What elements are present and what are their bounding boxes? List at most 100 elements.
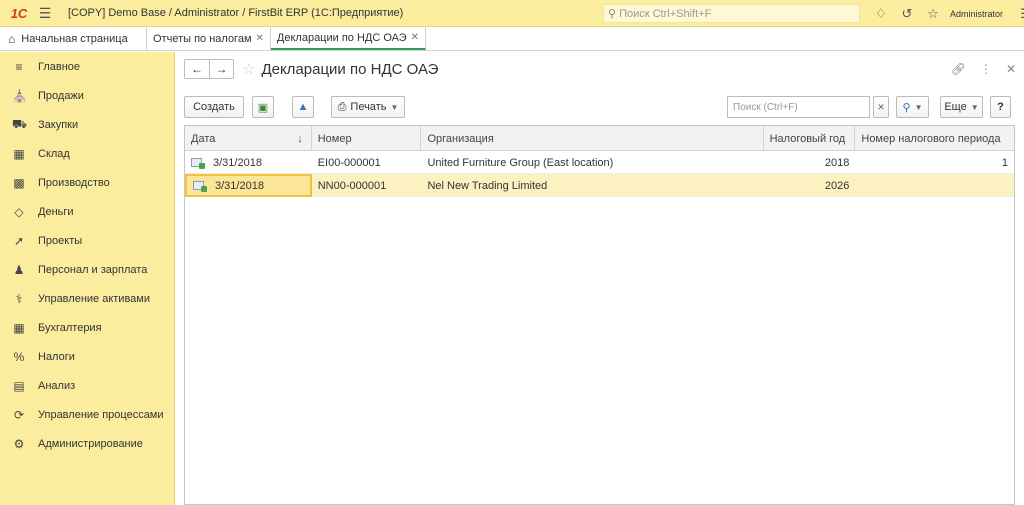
cell-number[interactable]: EI00-000001 (312, 151, 422, 174)
cell-date[interactable]: 3/31/2018 (185, 151, 312, 174)
sidebar-item-personnel[interactable]: ♟ Персонал и зарплата (0, 255, 174, 284)
cell-date[interactable]: 3/31/2018 (185, 174, 312, 197)
sidebar-item-taxes[interactable]: % Налоги (0, 342, 174, 371)
cell-organization[interactable]: Nel New Trading Limited (421, 174, 763, 197)
bell-icon[interactable]: ♢ (868, 0, 894, 27)
sidebar-item-label: Производство (38, 176, 110, 189)
tab-home[interactable]: ⌂ Начальная страница (0, 27, 147, 50)
cell-date-text: 3/31/2018 (215, 179, 264, 192)
sidebar-item-main[interactable]: ≡ Главное (0, 52, 174, 81)
cell-tax-year[interactable]: 2026 (764, 174, 856, 197)
sort-down-icon: ↓ (297, 132, 303, 145)
tab-vat-declarations[interactable]: Декларации по НДС ОАЭ ✕ (270, 27, 427, 50)
clear-search-button[interactable]: ✕ (873, 96, 889, 118)
sidebar-item-label: Управление процессами (38, 408, 164, 421)
settings-menu-icon[interactable]: ☰ (1013, 0, 1024, 27)
cell-number[interactable]: NN00-000001 (312, 174, 422, 197)
sidebar-item-label: Управление активами (38, 292, 150, 305)
sidebar: ≡ Главное ⛪ Продажи ⛟ Закупки ▦ Склад ▩ Произ… (0, 52, 175, 505)
close-icon[interactable]: ✕ (1006, 62, 1016, 76)
sidebar-item-accounting[interactable]: ▦ Бухгалтерия (0, 313, 174, 342)
cell-organization[interactable]: United Furniture Group (East location) (421, 151, 763, 174)
search-button[interactable]: ⚲ ▼ (896, 96, 929, 118)
page-header: ← → ☆ Декларации по НДС ОАЭ 🔗︎ ⋮ ✕ (184, 58, 1016, 80)
global-search-input[interactable]: ⚲ Поиск Ctrl+Shift+F (603, 4, 860, 23)
tab-bar: ⌂ Начальная страница Отчеты по налогам ✕… (0, 27, 1024, 51)
column-header-date[interactable]: Дата ↓ (185, 126, 312, 151)
favorite-star-icon[interactable]: ☆ (242, 60, 255, 78)
sidebar-item-processes[interactable]: ⟳ Управление процессами (0, 400, 174, 429)
chart-icon: ▤ (13, 378, 25, 393)
column-header-number[interactable]: Номер (312, 126, 422, 151)
column-label: Организация (427, 132, 494, 145)
warehouse-icon: ▦ (13, 146, 25, 161)
global-search-placeholder: Поиск Ctrl+Shift+F (619, 7, 712, 20)
gear-icon: ⚙ (13, 436, 25, 451)
sidebar-item-money[interactable]: ◇ Деньги (0, 197, 174, 226)
print-label: Печать (350, 101, 387, 113)
more-button[interactable]: Еще ▼ (940, 96, 983, 118)
ledger-icon: ▦ (13, 320, 25, 335)
column-label: Налоговый год (769, 132, 846, 145)
forward-button[interactable]: → (209, 60, 233, 78)
close-icon[interactable]: ✕ (256, 33, 264, 44)
table-header: Дата ↓ Номер Организация Налоговый год Н… (185, 126, 1014, 151)
cell-tax-period[interactable] (855, 174, 1014, 197)
sidebar-item-label: Главное (38, 60, 81, 73)
sidebar-item-warehouse[interactable]: ▦ Склад (0, 139, 174, 168)
chevron-down-icon: ▼ (390, 102, 399, 112)
sidebar-item-production[interactable]: ▩ Производство (0, 168, 174, 197)
column-header-organization[interactable]: Организация (421, 126, 764, 151)
create-button[interactable]: Создать (184, 96, 244, 118)
more-vertical-icon[interactable]: ⋮ (980, 62, 992, 76)
sidebar-item-label: Продажи (38, 89, 84, 102)
list-search-input[interactable]: Поиск (Ctrl+F) (727, 96, 870, 118)
cell-tax-period[interactable]: 1 (855, 151, 1014, 174)
sidebar-item-label: Анализ (38, 379, 76, 392)
help-button[interactable]: ? (990, 96, 1011, 118)
sidebar-item-projects[interactable]: ➚ Проекты (0, 226, 174, 255)
table-row-selected[interactable]: 3/31/2018 NN00-000001 Nel New Trading Li… (185, 174, 1014, 197)
posted-document-icon (193, 180, 207, 192)
app-logo: 1С (10, 5, 28, 21)
sidebar-item-purchases[interactable]: ⛟ Закупки (0, 110, 174, 139)
tab-label: Декларации по НДС ОАЭ (276, 31, 407, 44)
table-row[interactable]: 3/31/2018 EI00-000001 United Furniture G… (185, 151, 1014, 174)
sidebar-item-sales[interactable]: ⛪ Продажи (0, 81, 174, 110)
printer-icon: ⎙ (337, 100, 347, 113)
chevron-down-icon: ▼ (914, 102, 923, 112)
sidebar-item-label: Деньги (38, 205, 74, 218)
post-document-button[interactable]: ▣ (252, 96, 274, 118)
main-menu-icon[interactable]: ☰ (34, 0, 56, 27)
search-icon: ⚲ (902, 101, 911, 114)
sidebar-item-administration[interactable]: ⚙ Администрирование (0, 429, 174, 458)
history-icon[interactable]: ↺ (894, 0, 920, 27)
notify-button[interactable]: ▲ (292, 96, 314, 118)
cell-tax-year[interactable]: 2018 (764, 151, 856, 174)
sidebar-item-analysis[interactable]: ▤ Анализ (0, 371, 174, 400)
shop-icon: ⛪ (12, 88, 27, 103)
link-icon[interactable]: 🔗︎ (951, 62, 966, 76)
tab-tax-reports[interactable]: Отчеты по налогам ✕ (147, 27, 271, 50)
sidebar-item-assets[interactable]: ⚕ Управление активами (0, 284, 174, 313)
arrow-right-icon: → (215, 62, 228, 76)
column-header-tax-period[interactable]: Номер налогового периода (855, 126, 1014, 151)
rocket-icon: ➚ (13, 233, 25, 248)
tab-home-label: Начальная страница (21, 32, 128, 45)
document-add-icon: ▣ (257, 101, 269, 114)
menu-icon: ≡ (15, 59, 23, 74)
star-icon[interactable]: ☆ (920, 0, 946, 27)
print-button[interactable]: ⎙ Печать ▼ (331, 96, 405, 118)
more-label: Еще (944, 101, 967, 113)
main-content: ← → ☆ Декларации по НДС ОАЭ 🔗︎ ⋮ ✕ Созда… (176, 52, 1024, 505)
list-search-placeholder: Поиск (Ctrl+F) (733, 101, 798, 113)
home-icon: ⌂ (8, 31, 16, 46)
user-name[interactable]: Administrator (950, 9, 1003, 19)
window-title: [COPY] Demo Base / Administrator / First… (68, 7, 404, 19)
close-icon[interactable]: ✕ (411, 32, 419, 43)
column-header-tax-year[interactable]: Налоговый год (764, 126, 856, 151)
percent-icon: % (13, 349, 25, 364)
back-button[interactable]: ← (185, 60, 209, 78)
sidebar-item-label: Администрирование (38, 437, 143, 450)
sidebar-item-label: Закупки (38, 118, 79, 131)
